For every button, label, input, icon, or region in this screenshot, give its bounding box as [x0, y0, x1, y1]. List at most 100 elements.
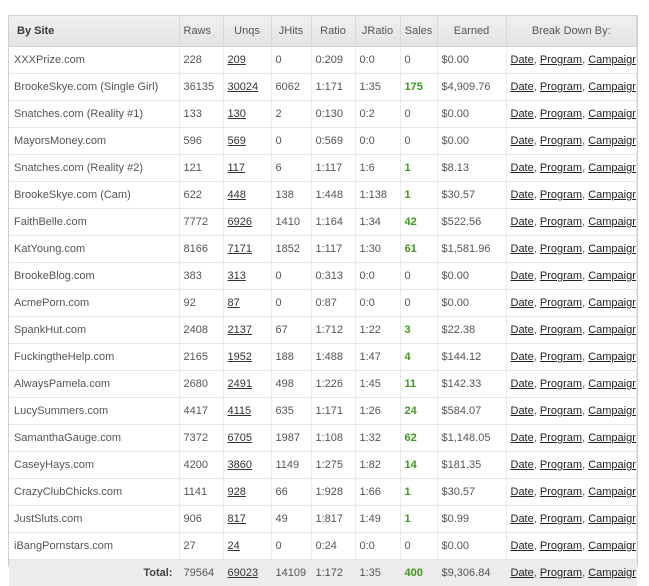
breakdown-program-link[interactable]: Program — [540, 216, 582, 228]
breakdown-campaign-link[interactable]: Campaign — [588, 378, 636, 390]
breakdown-campaign-link[interactable]: Campaign — [588, 243, 636, 255]
unqs-link[interactable]: 7171 — [223, 236, 271, 263]
unqs-link[interactable]: 569 — [223, 128, 271, 155]
jratio-value: 1:22 — [355, 317, 400, 344]
breakdown-campaign-link[interactable]: Campaign — [588, 486, 636, 498]
unqs-link[interactable]: 448 — [223, 182, 271, 209]
breakdown-date-link[interactable]: Date — [511, 297, 534, 309]
col-header-earned: Earned — [437, 16, 506, 47]
sales-value: 0 — [400, 47, 437, 74]
unqs-link[interactable]: 209 — [223, 47, 271, 74]
unqs-link[interactable]: 1952 — [223, 344, 271, 371]
breakdown-program-link[interactable]: Program — [540, 189, 582, 201]
unqs-link[interactable]: 30024 — [223, 74, 271, 101]
breakdown-links: Date, Program, Campaign — [506, 47, 637, 74]
breakdown-campaign-link[interactable]: Campaign — [588, 162, 636, 174]
breakdown-date-link[interactable]: Date — [511, 108, 534, 120]
breakdown-campaign-link[interactable]: Campaign — [588, 405, 636, 417]
breakdown-program-link[interactable]: Program — [540, 459, 582, 471]
breakdown-program-link[interactable]: Program — [540, 108, 582, 120]
breakdown-campaign-link[interactable]: Campaign — [588, 351, 636, 363]
unqs-link[interactable]: 817 — [223, 506, 271, 533]
breakdown-date-link[interactable]: Date — [511, 540, 534, 552]
breakdown-campaign-link[interactable]: Campaign — [588, 540, 636, 552]
breakdown-program-link[interactable]: Program — [540, 567, 582, 579]
breakdown-program-link[interactable]: Program — [540, 405, 582, 417]
unqs-link[interactable]: 130 — [223, 101, 271, 128]
breakdown-date-link[interactable]: Date — [511, 513, 534, 525]
breakdown-date-link[interactable]: Date — [511, 216, 534, 228]
breakdown-date-link[interactable]: Date — [511, 270, 534, 282]
breakdown-program-link[interactable]: Program — [540, 378, 582, 390]
sales-value: 3 — [400, 317, 437, 344]
breakdown-date-link[interactable]: Date — [511, 135, 534, 147]
breakdown-program-link[interactable]: Program — [540, 243, 582, 255]
col-header-unqs: Unqs — [223, 16, 271, 47]
unqs-link[interactable]: 3860 — [223, 452, 271, 479]
breakdown-links: Date, Program, Campaign — [506, 236, 637, 263]
raws-value: 1141 — [179, 479, 223, 506]
breakdown-program-link[interactable]: Program — [540, 486, 582, 498]
earned-value: $584.07 — [437, 398, 506, 425]
unqs-link[interactable]: 4115 — [223, 398, 271, 425]
total-unqs[interactable]: 69023 — [223, 560, 271, 586]
table-row: SamanthaGauge.com7372670519871:1081:3262… — [9, 425, 637, 452]
table-row: CrazyClubChicks.com1141928661:9281:661$3… — [9, 479, 637, 506]
breakdown-campaign-link[interactable]: Campaign — [588, 81, 636, 93]
breakdown-date-link[interactable]: Date — [511, 567, 534, 579]
breakdown-date-link[interactable]: Date — [511, 162, 534, 174]
breakdown-program-link[interactable]: Program — [540, 270, 582, 282]
breakdown-date-link[interactable]: Date — [511, 486, 534, 498]
table-row: AlwaysPamela.com268024914981:2261:4511$1… — [9, 371, 637, 398]
breakdown-campaign-link[interactable]: Campaign — [588, 567, 636, 579]
table-row: XXXPrize.com22820900:2090:00$0.00Date, P… — [9, 47, 637, 74]
breakdown-date-link[interactable]: Date — [511, 378, 534, 390]
breakdown-program-link[interactable]: Program — [540, 297, 582, 309]
breakdown-date-link[interactable]: Date — [511, 324, 534, 336]
unqs-link[interactable]: 313 — [223, 263, 271, 290]
breakdown-program-link[interactable]: Program — [540, 162, 582, 174]
breakdown-date-link[interactable]: Date — [511, 405, 534, 417]
unqs-link[interactable]: 117 — [223, 155, 271, 182]
breakdown-program-link[interactable]: Program — [540, 513, 582, 525]
breakdown-program-link[interactable]: Program — [540, 540, 582, 552]
breakdown-program-link[interactable]: Program — [540, 324, 582, 336]
breakdown-campaign-link[interactable]: Campaign — [588, 189, 636, 201]
breakdown-links: Date, Program, Campaign — [506, 479, 637, 506]
breakdown-date-link[interactable]: Date — [511, 54, 534, 66]
ratio-value: 1:117 — [311, 236, 355, 263]
breakdown-date-link[interactable]: Date — [511, 351, 534, 363]
unqs-link[interactable]: 6705 — [223, 425, 271, 452]
breakdown-program-link[interactable]: Program — [540, 351, 582, 363]
breakdown-campaign-link[interactable]: Campaign — [588, 324, 636, 336]
breakdown-campaign-link[interactable]: Campaign — [588, 297, 636, 309]
breakdown-campaign-link[interactable]: Campaign — [588, 108, 636, 120]
breakdown-program-link[interactable]: Program — [540, 432, 582, 444]
unqs-link[interactable]: 6926 — [223, 209, 271, 236]
unqs-link[interactable]: 24 — [223, 533, 271, 560]
breakdown-date-link[interactable]: Date — [511, 432, 534, 444]
breakdown-date-link[interactable]: Date — [511, 81, 534, 93]
breakdown-date-link[interactable]: Date — [511, 243, 534, 255]
earned-value: $0.00 — [437, 290, 506, 317]
breakdown-date-link[interactable]: Date — [511, 189, 534, 201]
breakdown-campaign-link[interactable]: Campaign — [588, 513, 636, 525]
breakdown-campaign-link[interactable]: Campaign — [588, 459, 636, 471]
breakdown-program-link[interactable]: Program — [540, 81, 582, 93]
breakdown-date-link[interactable]: Date — [511, 459, 534, 471]
breakdown-campaign-link[interactable]: Campaign — [588, 216, 636, 228]
unqs-link[interactable]: 2137 — [223, 317, 271, 344]
breakdown-campaign-link[interactable]: Campaign — [588, 54, 636, 66]
unqs-link[interactable]: 928 — [223, 479, 271, 506]
breakdown-program-link[interactable]: Program — [540, 135, 582, 147]
breakdown-campaign-link[interactable]: Campaign — [588, 135, 636, 147]
breakdown-campaign-link[interactable]: Campaign — [588, 432, 636, 444]
unqs-link[interactable]: 2491 — [223, 371, 271, 398]
unqs-link[interactable]: 87 — [223, 290, 271, 317]
breakdown-campaign-link[interactable]: Campaign — [588, 270, 636, 282]
breakdown-program-link[interactable]: Program — [540, 54, 582, 66]
col-header-ratio: Ratio — [311, 16, 355, 47]
raws-value: 4200 — [179, 452, 223, 479]
table-row: BrookeSkye.com (Cam)6224481381:4481:1381… — [9, 182, 637, 209]
jratio-value: 1:34 — [355, 209, 400, 236]
